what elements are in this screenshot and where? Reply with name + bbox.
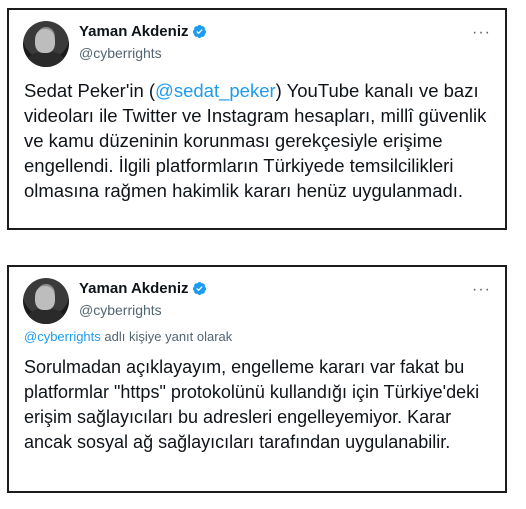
tweet-card-2[interactable]: Yaman Akdeniz @cyberrights ··· @cyberrig…: [7, 265, 507, 493]
tweet-card-1[interactable]: Yaman Akdeniz @cyberrights ··· Sedat Pek…: [7, 8, 507, 230]
author-row: Yaman Akdeniz: [79, 23, 207, 40]
author-handle[interactable]: @cyberrights: [79, 45, 162, 61]
author-handle[interactable]: @cyberrights: [79, 302, 162, 318]
author-name[interactable]: Yaman Akdeniz: [79, 23, 188, 40]
more-options-icon[interactable]: ···: [472, 24, 491, 42]
more-options-icon[interactable]: ···: [472, 281, 491, 299]
tweet-text-part: Sedat Peker'in (: [24, 80, 156, 101]
verified-badge-icon: [193, 24, 207, 39]
avatar[interactable]: [23, 278, 69, 324]
author-name[interactable]: Yaman Akdeniz: [79, 280, 188, 297]
tweet-header: Yaman Akdeniz @cyberrights ···: [9, 267, 505, 329]
reply-mention-link[interactable]: @cyberrights: [24, 329, 101, 344]
tweet-text: Sedat Peker'in (@sedat_peker) YouTube ka…: [24, 78, 494, 203]
tweet-text: Sorulmadan açıklayayım, engelleme kararı…: [24, 357, 480, 452]
mention-link[interactable]: @sedat_peker: [155, 80, 276, 101]
avatar[interactable]: [23, 21, 69, 67]
reply-context: @cyberrights adlı kişiye yanıt olarak: [24, 329, 232, 344]
reply-context-text: adlı kişiye yanıt olarak: [100, 329, 233, 344]
verified-badge-icon: [193, 281, 207, 296]
author-row: Yaman Akdeniz: [79, 280, 207, 297]
tweet-header: Yaman Akdeniz @cyberrights ···: [9, 10, 505, 72]
